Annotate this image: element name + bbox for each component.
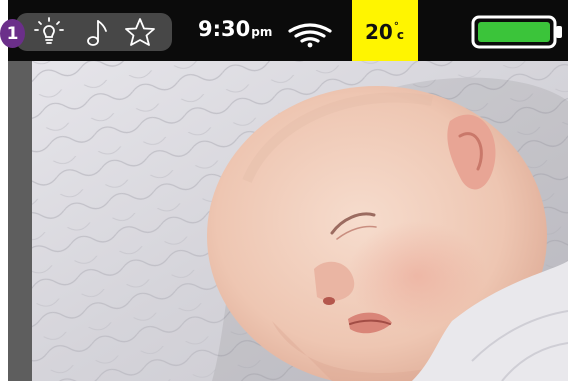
wifi-signal-icon bbox=[288, 23, 332, 48]
baby-monitor-screen: 1 9:30pm 20°c bbox=[0, 0, 568, 381]
sleeping-baby-image bbox=[32, 61, 568, 381]
temperature-value: 20 bbox=[365, 20, 393, 44]
battery-icon bbox=[471, 15, 562, 49]
clock-time: 9:30 bbox=[198, 17, 251, 41]
temperature-readout: 20°c bbox=[365, 20, 404, 44]
temperature-degree: ° bbox=[393, 21, 399, 32]
left-bezel bbox=[8, 61, 32, 381]
clock-ampm: pm bbox=[251, 25, 273, 39]
step-badge: 1 bbox=[0, 19, 25, 48]
favorite-star-icon[interactable] bbox=[123, 16, 157, 48]
nightlight-bulb-icon[interactable] bbox=[32, 15, 66, 49]
lullaby-music-note-icon[interactable] bbox=[84, 17, 112, 49]
clock: 9:30pm bbox=[198, 17, 272, 41]
camera-feed bbox=[32, 61, 568, 381]
battery-level-fill bbox=[478, 22, 550, 42]
step-badge-number: 1 bbox=[6, 23, 19, 44]
